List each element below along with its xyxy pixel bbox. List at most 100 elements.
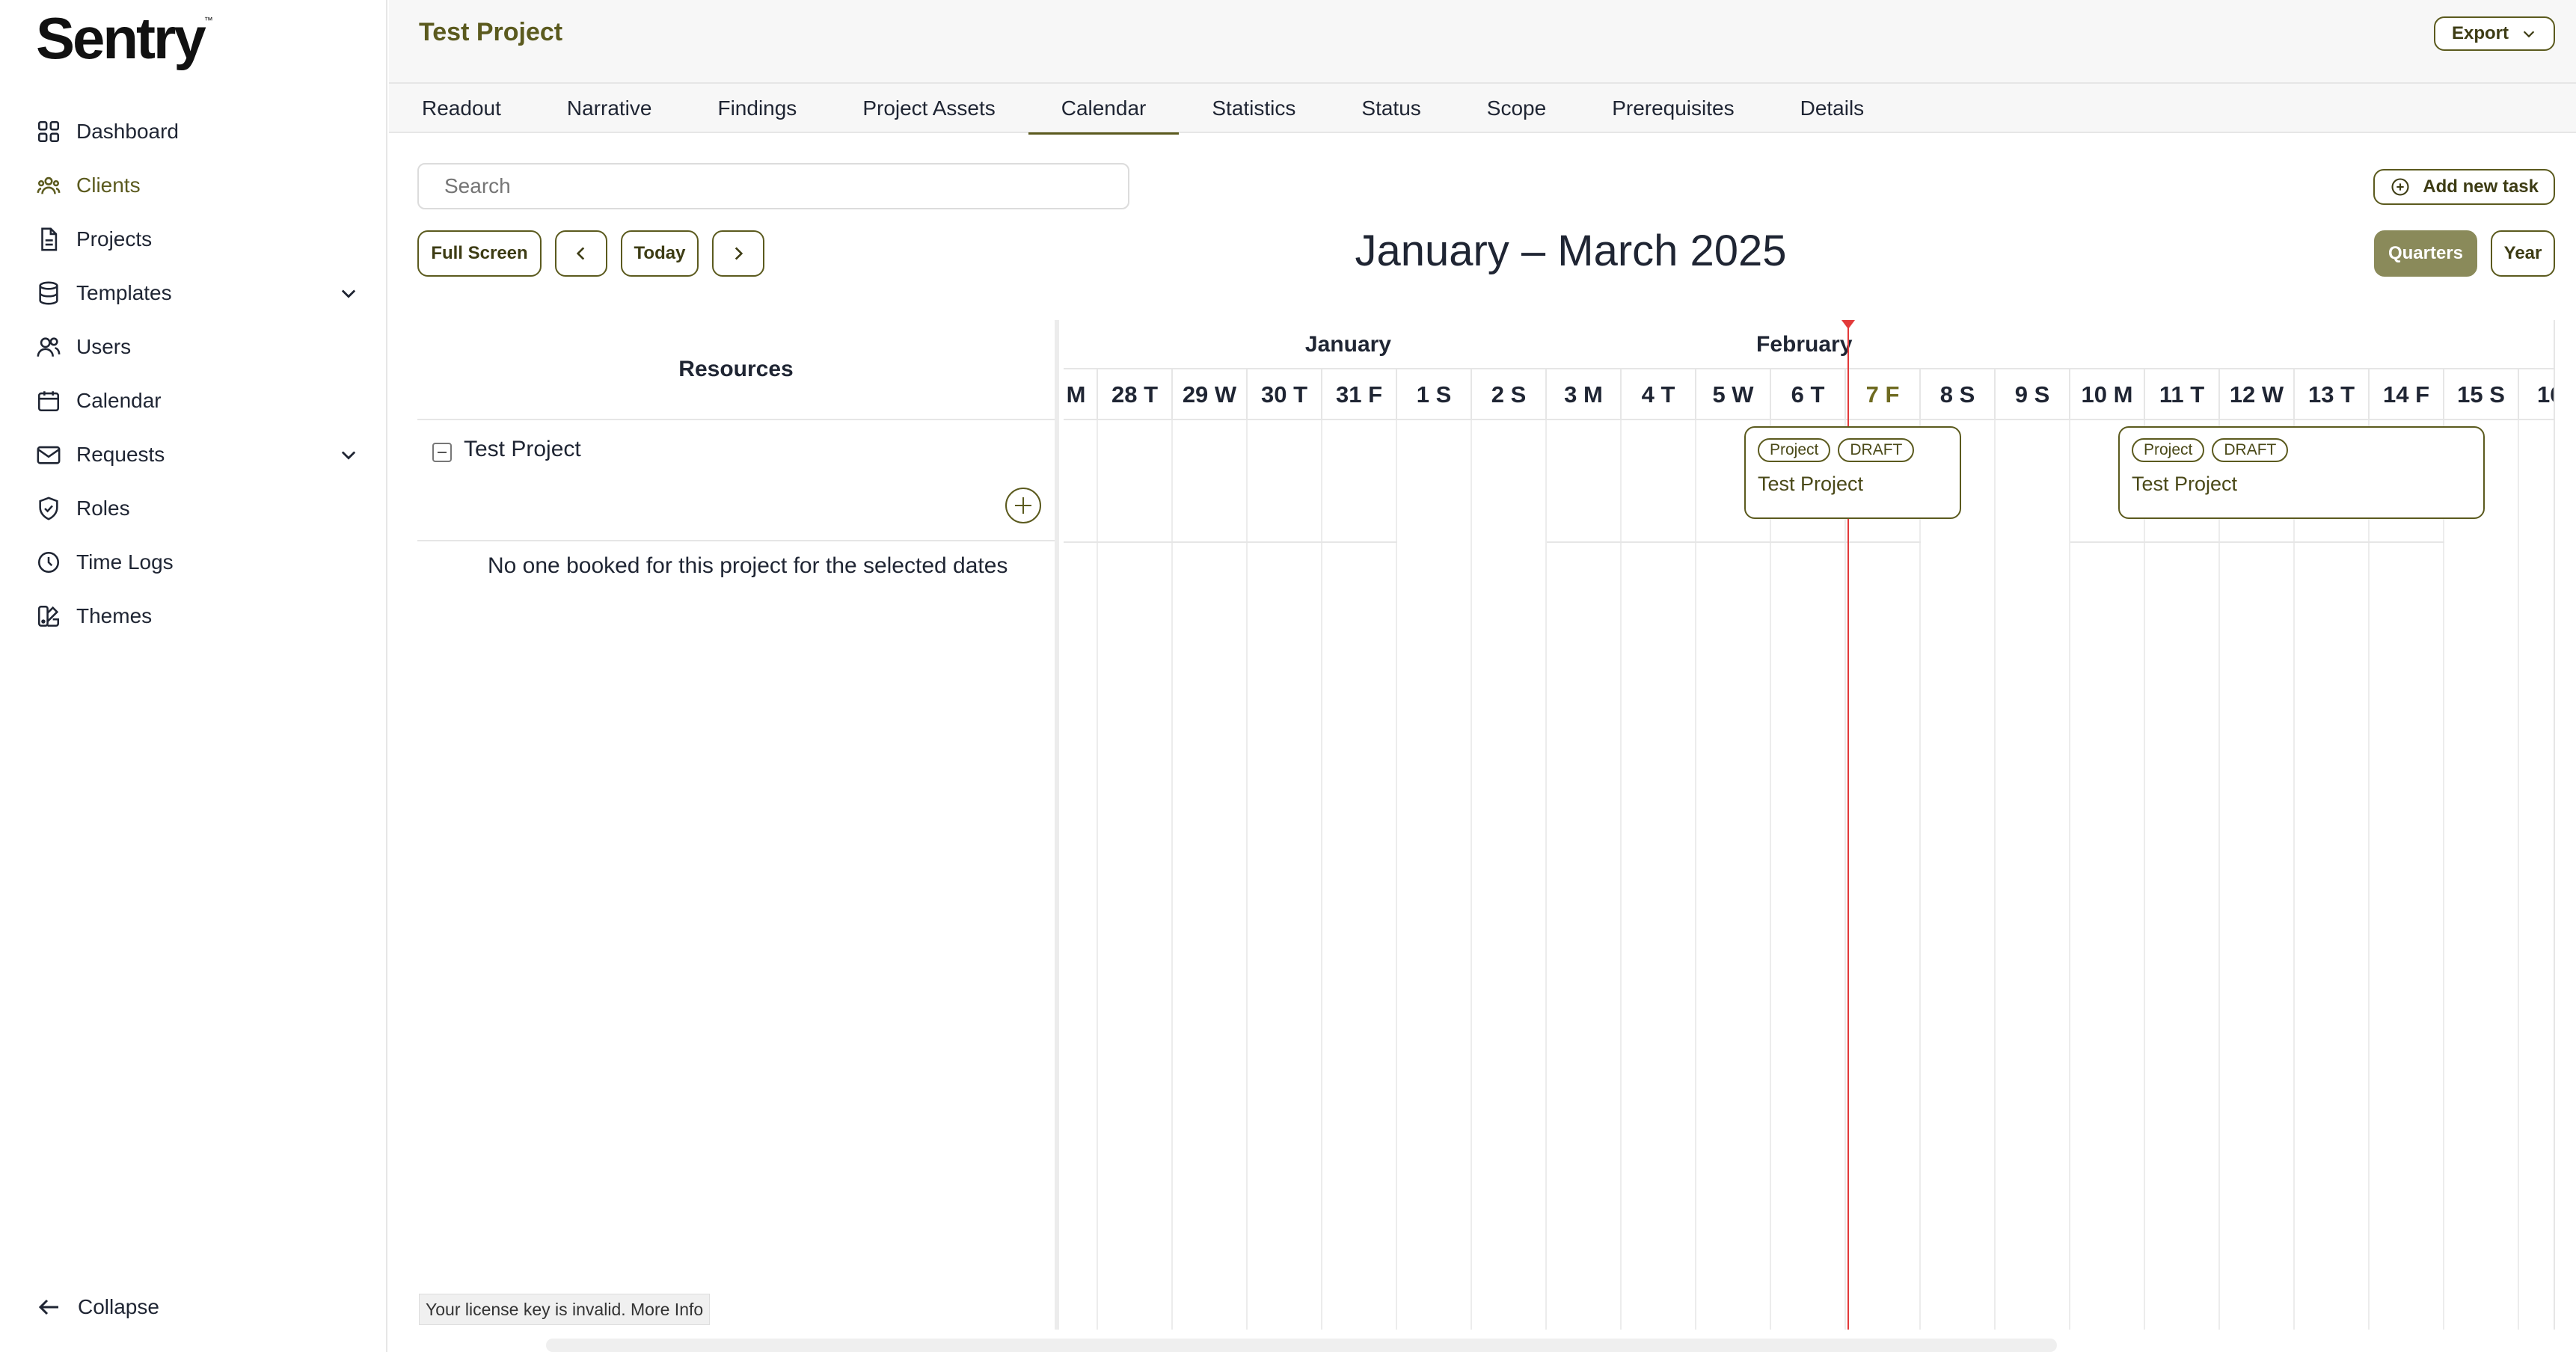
- sidebar-item-clients[interactable]: Clients: [36, 159, 359, 212]
- collapse-row-icon[interactable]: [432, 443, 452, 462]
- next-button[interactable]: [712, 230, 764, 277]
- day-label: 2 S: [1472, 369, 1547, 420]
- day-column[interactable]: [2370, 420, 2444, 1330]
- sidebar-item-label: Users: [76, 335, 132, 358]
- arrow-left-icon: [38, 1299, 58, 1315]
- day-column[interactable]: [1771, 420, 1846, 1330]
- scheduler: Resources Test Project No one booked for…: [417, 320, 2555, 1331]
- sidebar-item-label: Templates: [76, 281, 172, 304]
- tab-scope[interactable]: Scope: [1454, 84, 1579, 133]
- search-input[interactable]: [417, 163, 1129, 209]
- day-column[interactable]: [1996, 420, 2070, 1330]
- day-label: 1 S: [1397, 369, 1472, 420]
- day-column[interactable]: [1397, 420, 1472, 1330]
- event-bar[interactable]: Project DRAFT Test Project: [2118, 426, 2485, 519]
- clock-icon: [37, 551, 60, 574]
- day-column[interactable]: [1472, 420, 1547, 1330]
- today-button[interactable]: Today: [621, 230, 699, 277]
- day-label: 31 F: [1322, 369, 1397, 420]
- database-icon: [39, 281, 58, 305]
- day-label: 27 M: [1064, 369, 1098, 420]
- app-logo[interactable]: Sentry™: [36, 4, 213, 73]
- day-column[interactable]: [2220, 420, 2295, 1330]
- users-icon: [37, 337, 61, 357]
- day-label: 8 S: [1921, 369, 1996, 420]
- timeline-grid: January February 27 M 28 T 29 W 30 T 31 …: [1064, 320, 2555, 1330]
- day-label: 29 W: [1173, 369, 1248, 420]
- tab-statistics[interactable]: Statistics: [1179, 84, 1328, 133]
- row-divider: [1547, 541, 1921, 543]
- day-column[interactable]: [2145, 420, 2220, 1330]
- event-bar[interactable]: Project DRAFT Test Project: [1744, 426, 1961, 519]
- sidebar-item-themes[interactable]: Themes: [36, 589, 359, 643]
- day-label: 10 M: [2070, 369, 2145, 420]
- day-column[interactable]: [1064, 420, 1098, 1330]
- date-range-title: January – March 2025: [1355, 227, 1787, 275]
- event-type-badge: Project: [1758, 438, 1831, 462]
- sidebar-item-roles[interactable]: Roles: [36, 482, 359, 535]
- day-column[interactable]: [1846, 420, 1921, 1330]
- tab-status[interactable]: Status: [1328, 84, 1453, 133]
- day-column[interactable]: [2295, 420, 2370, 1330]
- tab-findings[interactable]: Findings: [684, 84, 829, 133]
- sidebar-item-requests[interactable]: Requests: [36, 428, 359, 482]
- day-label: 6 T: [1771, 369, 1846, 420]
- day-column[interactable]: [1547, 420, 1622, 1330]
- event-tags: Project DRAFT: [2132, 438, 2289, 462]
- dashboard-icon: [37, 120, 60, 143]
- day-column[interactable]: [1322, 420, 1397, 1330]
- tab-calendar[interactable]: Calendar: [1028, 84, 1180, 135]
- day-column[interactable]: [1622, 420, 1696, 1330]
- month-label-february: February: [1756, 332, 1853, 357]
- tab-readout[interactable]: Readout: [422, 84, 534, 133]
- day-column[interactable]: [1098, 420, 1173, 1330]
- day-label: 4 T: [1622, 369, 1696, 420]
- sidebar-item-projects[interactable]: Projects: [36, 212, 359, 266]
- sidebar-item-label: Dashboard: [76, 120, 179, 143]
- mail-icon: [37, 446, 61, 464]
- day-label: 12 W: [2220, 369, 2295, 420]
- chevron-down-icon[interactable]: [338, 283, 359, 304]
- add-booking-icon[interactable]: [1005, 488, 1041, 523]
- day-column[interactable]: [1921, 420, 1996, 1330]
- sidebar-item-label: Clients: [76, 173, 141, 197]
- day-header: 27 M 28 T 29 W 30 T 31 F 1 S 2 S 3 M 4 T…: [1064, 369, 2554, 420]
- chevron-down-icon[interactable]: [338, 444, 359, 465]
- tab-narrative[interactable]: Narrative: [534, 84, 685, 133]
- day-column[interactable]: [1696, 420, 1771, 1330]
- quarters-view-button[interactable]: Quarters: [2374, 230, 2477, 277]
- users-group-icon: [37, 176, 61, 194]
- collapse-button[interactable]: Collapse: [36, 1294, 159, 1321]
- sidebar-item-time-logs[interactable]: Time Logs: [36, 535, 359, 589]
- year-view-button[interactable]: Year: [2491, 230, 2555, 277]
- shield-icon: [39, 497, 58, 520]
- sidebar-item-users[interactable]: Users: [36, 320, 359, 374]
- collapse-label: Collapse: [78, 1295, 159, 1318]
- previous-button[interactable]: [555, 230, 607, 277]
- day-column[interactable]: [2444, 420, 2519, 1330]
- day-label: 14 F: [2370, 369, 2444, 420]
- export-button[interactable]: Export: [2433, 16, 2555, 51]
- day-label-today: 7 F: [1846, 369, 1921, 420]
- day-column[interactable]: [1248, 420, 1322, 1330]
- license-notice[interactable]: Your license key is invalid. More Info: [419, 1294, 711, 1325]
- full-screen-button[interactable]: Full Screen: [417, 230, 542, 277]
- tab-prerequisites[interactable]: Prerequisites: [1579, 84, 1767, 133]
- chevron-down-icon: [2523, 31, 2535, 38]
- add-task-button[interactable]: Add new task: [2373, 169, 2555, 205]
- resource-name: Test Project: [464, 437, 581, 461]
- add-task-label: Add new task: [2423, 176, 2539, 197]
- event-status-badge: DRAFT: [1838, 438, 1915, 462]
- day-label: 3 M: [1547, 369, 1622, 420]
- sidebar-item-calendar[interactable]: Calendar: [36, 374, 359, 428]
- event-type-badge: Project: [2132, 438, 2205, 462]
- tab-details[interactable]: Details: [1767, 84, 1898, 133]
- sidebar-item-templates[interactable]: Templates: [36, 266, 359, 320]
- tab-project-assets[interactable]: Project Assets: [829, 84, 1028, 133]
- day-column[interactable]: [2070, 420, 2145, 1330]
- sidebar-item-dashboard[interactable]: Dashboard: [36, 105, 359, 159]
- horizontal-scrollbar[interactable]: [546, 1339, 2057, 1352]
- day-column[interactable]: [1173, 420, 1248, 1330]
- event-title: Test Project: [2132, 473, 2238, 495]
- event-tags: Project DRAFT: [1758, 438, 1915, 462]
